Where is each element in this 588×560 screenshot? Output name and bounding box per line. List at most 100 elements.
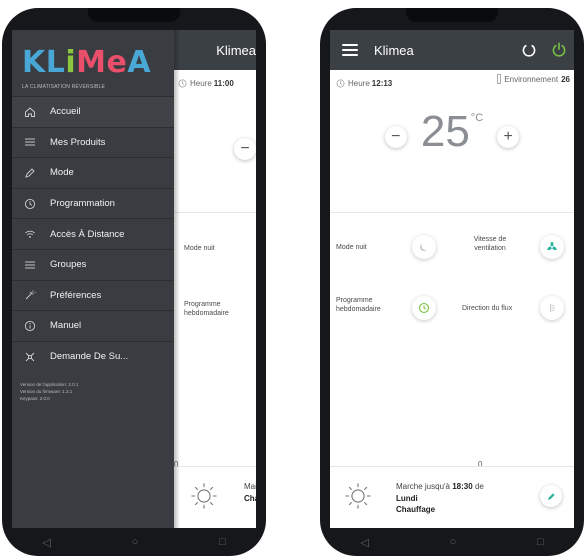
wand-icon bbox=[25, 290, 36, 300]
menu-item-demande-support[interactable]: Demande De Su... bbox=[12, 340, 174, 372]
app-title: Klimea bbox=[374, 42, 414, 58]
status-time: 18:30 bbox=[452, 482, 473, 491]
home-icon bbox=[25, 107, 35, 117]
mode-nuit-label: Mode nuit bbox=[184, 245, 215, 252]
status-text: Marche jusqu'à 18:30 de Lundi Chauffage bbox=[396, 481, 484, 516]
logo-letter-e: e bbox=[106, 45, 128, 80]
clock-icon bbox=[24, 198, 36, 209]
time-row: Heure 12:13 Environnement 26 bbox=[330, 74, 574, 92]
menu-item-label: Manuel bbox=[50, 320, 82, 332]
moon-icon bbox=[420, 243, 427, 252]
power-icon[interactable] bbox=[520, 41, 538, 59]
mode-nuit-label: Mode nuit bbox=[336, 244, 367, 251]
support-icon bbox=[25, 352, 35, 361]
menu-item-mode[interactable]: Mode bbox=[12, 157, 174, 188]
clock-icon bbox=[336, 79, 345, 87]
status-line-2: Chau bbox=[244, 493, 256, 503]
version-keypass: Keypass: 2.0.0 bbox=[20, 395, 50, 401]
divider bbox=[330, 212, 574, 213]
menu-item-label: Accueil bbox=[50, 106, 81, 118]
recents-icon[interactable]: □ bbox=[537, 536, 544, 548]
list-icon bbox=[25, 261, 35, 269]
sun-icon bbox=[191, 483, 217, 509]
back-icon[interactable]: ◁ bbox=[360, 536, 368, 549]
clock-icon bbox=[418, 302, 430, 314]
logo-letter-l: L bbox=[45, 45, 66, 80]
ventilation-button[interactable] bbox=[540, 235, 564, 259]
status-line-1: Marche jusqu'à 18:30 de bbox=[396, 481, 484, 493]
app-bar: Klimea bbox=[330, 30, 574, 70]
list-icon bbox=[25, 138, 35, 146]
environment-value: 26 bbox=[561, 74, 570, 84]
screen-left: Klimea Heure 11:00 − Mode nuit Programme… bbox=[12, 30, 256, 528]
thermometer-icon bbox=[497, 74, 502, 84]
menu-item-accueil[interactable]: Accueil bbox=[12, 96, 174, 127]
menu-item-label: Groupes bbox=[50, 259, 87, 271]
logo-letter-i: i bbox=[65, 45, 77, 80]
phone-right: Klimea Heure 12:13 Environnement 26 − 25… bbox=[320, 8, 584, 556]
time-value: 11:00 bbox=[213, 78, 234, 88]
menu-item-acces-distance[interactable]: Accès À Distance bbox=[12, 218, 174, 249]
status-prefix: Marche jusqu'à bbox=[396, 482, 450, 491]
programme-button[interactable] bbox=[412, 296, 436, 320]
temperature-value: 25 bbox=[420, 107, 470, 156]
power-on-icon[interactable] bbox=[550, 41, 568, 59]
status-line-1: Marc bbox=[244, 482, 256, 491]
android-nav-bar: ◁ ○ □ bbox=[2, 528, 266, 556]
menu-item-label: Programmation bbox=[50, 198, 115, 210]
klimea-logo: KLiMeA bbox=[22, 48, 151, 78]
vitesse-label: Vitesse de ventilation bbox=[473, 236, 507, 253]
menu-item-programmation[interactable]: Programmation bbox=[12, 187, 174, 219]
logo-tagline: LA CLIMATISATION RÉVERSIBLE bbox=[22, 84, 106, 90]
back-icon[interactable]: ◁ bbox=[42, 536, 50, 549]
temperature-control: − 25°C + bbox=[330, 110, 574, 154]
status-bar: Marche jusqu'à 18:30 de Lundi Chauffage bbox=[330, 466, 574, 528]
time-value: 12:13 bbox=[371, 78, 393, 88]
logo-letter-m: M bbox=[76, 45, 107, 80]
status-text: Marc Chau bbox=[244, 481, 256, 504]
airflow-icon bbox=[550, 304, 555, 312]
home-nav-icon[interactable]: ○ bbox=[132, 536, 139, 548]
edit-button[interactable] bbox=[540, 485, 562, 507]
status-day: Lundi bbox=[396, 493, 418, 503]
version-info: Version de l'application: 2.0.1 Version … bbox=[20, 382, 78, 402]
screen-right: Klimea Heure 12:13 Environnement 26 − 25… bbox=[330, 30, 574, 528]
drawer-shadow bbox=[174, 30, 180, 528]
menu-item-label: Demande De Su... bbox=[50, 351, 129, 363]
recents-icon[interactable]: □ bbox=[219, 536, 226, 548]
menu-item-label: Accès À Distance bbox=[50, 228, 125, 240]
programme-label: Programme hebdomadaire bbox=[336, 297, 381, 314]
sun-icon bbox=[345, 483, 371, 509]
info-icon bbox=[24, 320, 36, 332]
menu-item-mes-produits[interactable]: Mes Produits bbox=[12, 126, 174, 158]
logo-letter-k: K bbox=[22, 45, 46, 80]
programme-label: Programme hebdomadaire bbox=[184, 301, 229, 318]
temperature-minus-button[interactable]: − bbox=[384, 126, 407, 148]
phone-notch bbox=[88, 8, 180, 22]
drawer-menu: Accueil Mes Produits Mode Programmation … bbox=[12, 96, 174, 371]
version-app: Version de l'application: 2.0.1 bbox=[20, 382, 79, 387]
pencil-icon bbox=[25, 168, 35, 178]
menu-item-manuel[interactable]: Manuel bbox=[12, 310, 174, 341]
menu-icon[interactable] bbox=[342, 44, 358, 56]
pencil-icon bbox=[547, 492, 555, 500]
time-label: Heure bbox=[348, 78, 370, 88]
home-nav-icon[interactable]: ○ bbox=[450, 536, 457, 548]
temperature-minus-button[interactable]: − bbox=[234, 138, 256, 160]
menu-item-groupes[interactable]: Groupes bbox=[12, 248, 174, 280]
menu-item-label: Préférences bbox=[50, 289, 102, 301]
environment-label: Environnement bbox=[504, 74, 559, 84]
menu-item-preferences[interactable]: Préférences bbox=[12, 279, 174, 311]
logo-letter-a: A bbox=[127, 45, 152, 80]
temperature-plus-button[interactable]: + bbox=[497, 126, 520, 148]
mode-nuit-button[interactable] bbox=[412, 235, 436, 259]
phone-notch bbox=[406, 8, 498, 22]
direction-button[interactable] bbox=[540, 296, 564, 320]
menu-item-label: Mes Produits bbox=[50, 136, 106, 148]
phone-left: Klimea Heure 11:00 − Mode nuit Programme… bbox=[2, 8, 266, 556]
status-suffix: de bbox=[474, 482, 484, 491]
fan-icon bbox=[547, 241, 557, 251]
temperature-display: 25°C bbox=[421, 110, 483, 154]
time-row: Heure 11:00 bbox=[172, 74, 256, 92]
temperature-unit: °C bbox=[470, 112, 484, 124]
